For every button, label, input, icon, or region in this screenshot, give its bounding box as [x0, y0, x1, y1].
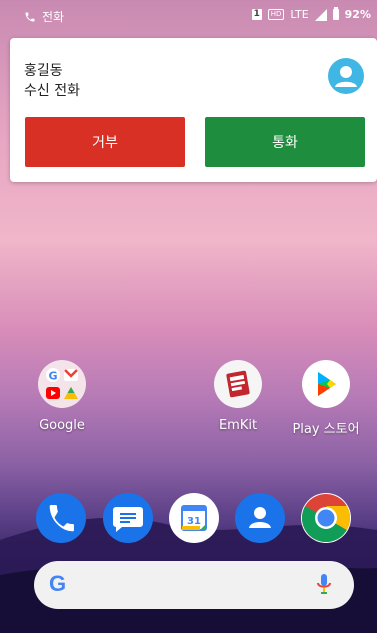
app-play-store[interactable]: Play 스토어 [286, 360, 366, 437]
app-label: Google [39, 418, 85, 433]
chrome-icon[interactable] [301, 493, 351, 543]
app-label: Play 스토어 [292, 422, 360, 437]
caller-name: 홍길동 [24, 63, 63, 79]
dock: 31 [0, 493, 377, 545]
google-search-bar[interactable]: G [34, 561, 354, 609]
battery-percentage: 92% [344, 8, 371, 21]
call-status-icon [25, 12, 35, 21]
play-store-icon [302, 360, 350, 408]
messages-icon[interactable] [103, 493, 153, 543]
battery-icon [332, 7, 339, 20]
app-emkit[interactable]: EmKit [198, 360, 278, 433]
app-google-folder[interactable]: G Google [22, 360, 102, 433]
calendar-icon[interactable]: 31 [169, 493, 219, 543]
hd-voice-indicator: HD [267, 9, 285, 20]
app-label: EmKit [218, 418, 258, 433]
signal-icon [314, 8, 327, 21]
status-bar: 전화 1 HD LTE 92% [0, 0, 377, 30]
sim-slot-indicator: 1 [251, 9, 262, 20]
accept-button[interactable]: 통화 [205, 117, 365, 167]
emkit-icon [214, 360, 262, 408]
caller-avatar-icon [328, 58, 364, 94]
network-type: LTE [290, 8, 309, 21]
call-status-label: 전화 [42, 10, 65, 24]
decline-button[interactable]: 거부 [25, 117, 185, 167]
mic-icon[interactable] [316, 574, 332, 596]
google-folder-icon: G [38, 360, 86, 408]
google-logo-icon: G [49, 571, 67, 596]
svg-text:G: G [48, 370, 57, 383]
incoming-call-notification: 홍길동 수신 전화 거부 통화 [10, 38, 377, 182]
calendar-day: 31 [187, 516, 201, 527]
phone-icon[interactable] [36, 493, 86, 543]
call-subtitle: 수신 전화 [24, 83, 80, 99]
contacts-icon[interactable] [235, 493, 285, 543]
